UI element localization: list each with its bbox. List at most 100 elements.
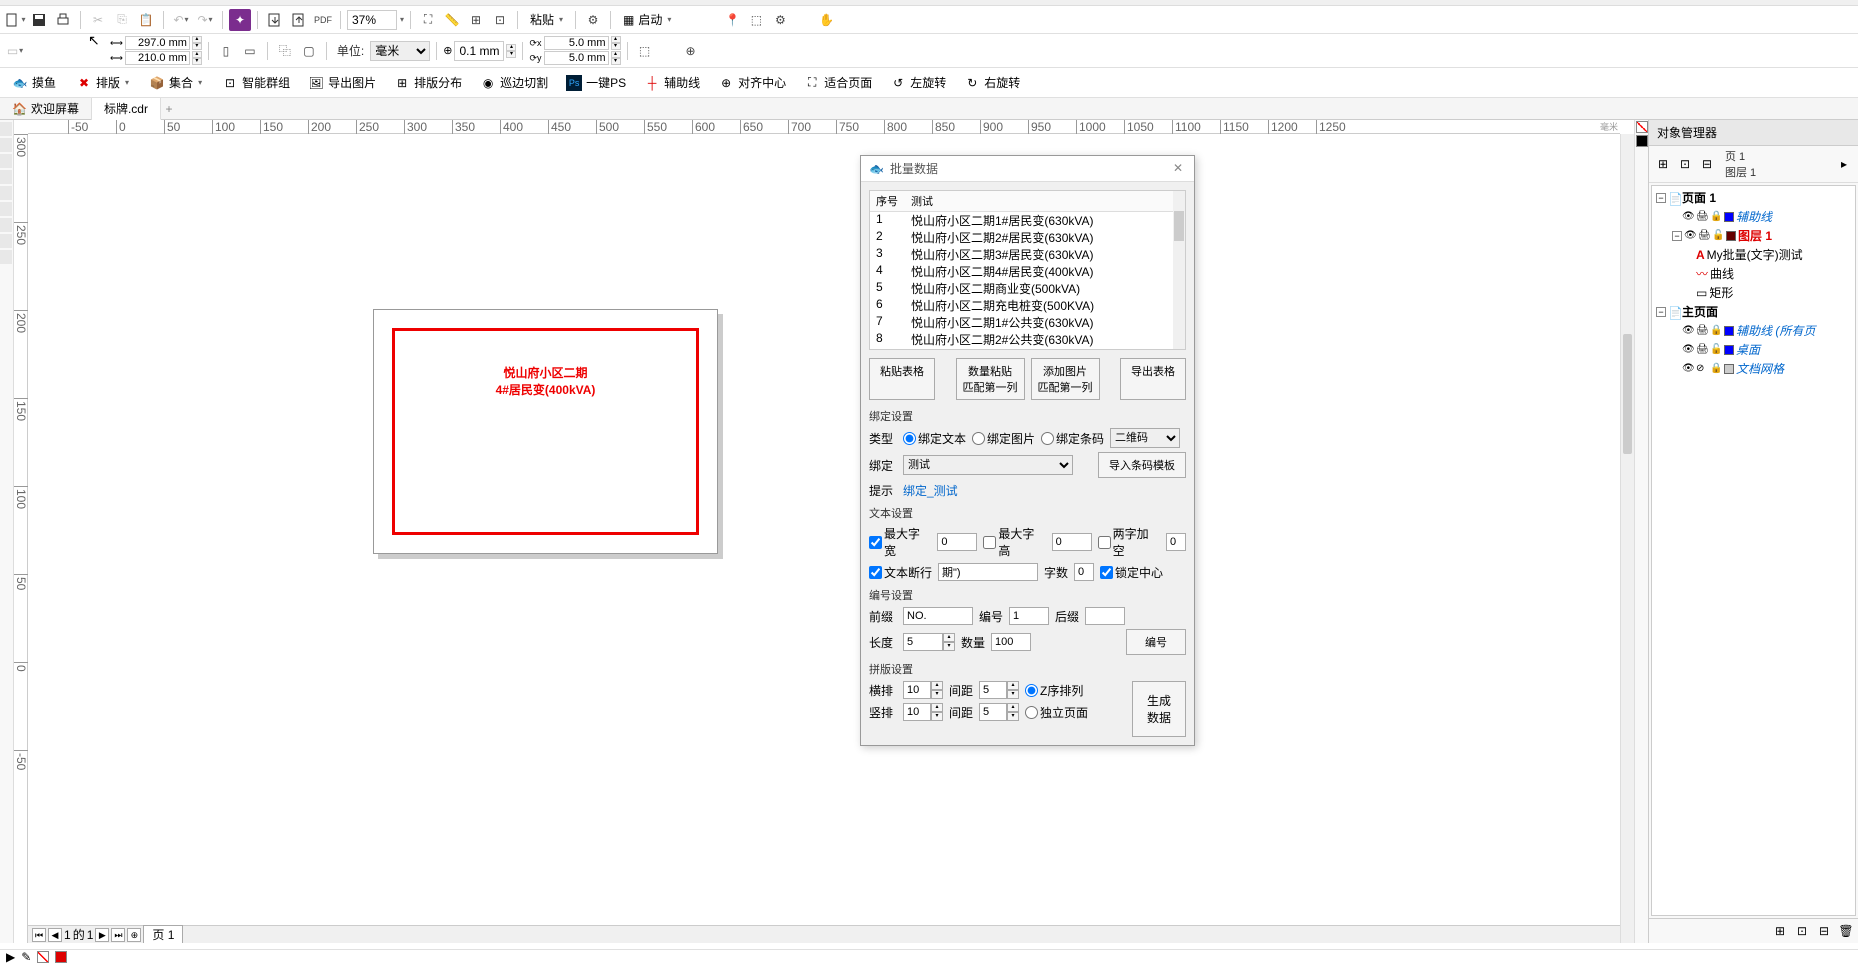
new-layer[interactable]: ⊞ xyxy=(1770,921,1790,941)
redo-button[interactable]: ↷▾ xyxy=(194,9,216,31)
landscape-button[interactable]: ▭ xyxy=(239,40,261,62)
tree-master[interactable]: 主页面 xyxy=(1682,303,1718,320)
generate-button[interactable]: 生成 数据 xyxy=(1132,681,1186,737)
plugin-guides[interactable]: ┼辅助线 xyxy=(636,72,708,93)
plugin-distribute[interactable]: ⊞排版分布 xyxy=(386,72,470,93)
number-input[interactable] xyxy=(1009,607,1049,625)
shape-tool[interactable] xyxy=(0,138,12,152)
plugin-ps[interactable]: Ps一键PS xyxy=(558,72,634,93)
ellipse-tool[interactable] xyxy=(0,218,12,232)
max-height-check[interactable]: 最大字高 xyxy=(983,525,1045,559)
col-header-data[interactable]: 测试 xyxy=(905,191,1185,211)
panel-menu[interactable]: ▸ xyxy=(1834,154,1854,174)
bind-field-select[interactable]: 测试 xyxy=(903,455,1073,475)
outline-swatch[interactable] xyxy=(55,951,67,963)
snap-button[interactable]: 📍 xyxy=(721,9,743,31)
add-preset-button[interactable]: ⊕ xyxy=(680,40,702,62)
count-input[interactable] xyxy=(991,633,1031,651)
bind-text-radio[interactable]: 绑定文本 xyxy=(903,430,966,447)
gear2-button[interactable]: ⚙ xyxy=(769,9,791,31)
plugin-collection[interactable]: 📦集合▾ xyxy=(141,72,210,93)
height-down[interactable]: ▾ xyxy=(192,58,202,65)
zoom-input[interactable] xyxy=(347,10,397,30)
plugin-contour[interactable]: ◉巡边切割 xyxy=(472,72,556,93)
plugin-moyu[interactable]: 🐟摸鱼 xyxy=(4,72,64,93)
dup-x-input[interactable] xyxy=(544,36,609,50)
copy-button[interactable]: ⎘ xyxy=(111,9,133,31)
add-image-button[interactable]: 添加图片 匹配第一列 xyxy=(1031,358,1100,400)
export-button[interactable] xyxy=(288,9,310,31)
independent-radio[interactable]: 独立页面 xyxy=(1025,704,1088,721)
table-row[interactable]: 2悦山府小区二期2#居民变(630kVA) xyxy=(870,229,1185,246)
two-char-input[interactable] xyxy=(1166,533,1186,551)
table-row[interactable]: 5悦山府小区二期商业变(500kVA) xyxy=(870,280,1185,297)
current-page-button[interactable]: ▢ xyxy=(298,40,320,62)
launch-dropdown[interactable]: ▦ 启动▾ xyxy=(617,9,677,31)
max-height-input[interactable] xyxy=(1052,533,1092,551)
page-width-input[interactable] xyxy=(125,36,190,50)
import-button[interactable] xyxy=(264,9,286,31)
export-table-button[interactable]: 导出表格 xyxy=(1120,358,1186,400)
eye-icon[interactable]: 👁 xyxy=(1682,211,1694,223)
crop-tool[interactable] xyxy=(0,154,12,168)
file-tab[interactable]: 标牌.cdr xyxy=(92,98,161,120)
h-count-input[interactable] xyxy=(903,681,931,699)
rectangle-tool[interactable] xyxy=(0,202,12,216)
fullscreen-button[interactable]: ⛶ xyxy=(417,9,439,31)
data-table[interactable]: 序号 测试 1悦山府小区二期1#居民变(630kVA)2悦山府小区二期2#居民变… xyxy=(869,190,1186,350)
table-row[interactable]: 8悦山府小区二期2#公共变(630kVA) xyxy=(870,331,1185,348)
color-none[interactable] xyxy=(1636,121,1648,133)
max-width-check[interactable]: 最大字宽 xyxy=(869,525,931,559)
delete-layer[interactable]: 🗑 xyxy=(1836,921,1856,941)
pick-tool[interactable] xyxy=(0,122,12,136)
lock-icon[interactable]: 🔒 xyxy=(1710,211,1722,223)
add-page[interactable]: ⊕ xyxy=(127,928,141,942)
canvas[interactable]: 悦山府小区二期 4#居民变(400kVA) xyxy=(28,134,1620,943)
lock-center-check[interactable]: 锁定中心 xyxy=(1100,564,1163,581)
tree-toggle[interactable]: − xyxy=(1672,231,1682,241)
welcome-tab[interactable]: 🏠欢迎屏幕 xyxy=(0,98,92,120)
sign-text[interactable]: 悦山府小区二期 4#居民变(400kVA) xyxy=(374,365,717,399)
prev-page[interactable]: ◀ xyxy=(48,928,62,942)
new-button[interactable]: ▾ xyxy=(4,9,26,31)
char-count-input[interactable] xyxy=(1074,563,1094,581)
tree-grid[interactable]: 文档网格 xyxy=(1736,360,1784,377)
cut-button[interactable]: ✂ xyxy=(87,9,109,31)
tree-batch-text[interactable]: My批量(文字)测试 xyxy=(1707,246,1803,263)
tree-guides-all[interactable]: 辅助线 (所有页 xyxy=(1736,322,1815,339)
prefix-input[interactable] xyxy=(903,607,973,625)
h-gap-input[interactable] xyxy=(979,681,1007,699)
plugin-fit[interactable]: ⛶适合页面 xyxy=(796,72,880,93)
print-icon[interactable]: 🖨 xyxy=(1696,211,1708,223)
table-row[interactable]: 3悦山府小区二期3#居民变(630kVA) xyxy=(870,246,1185,263)
new-tab-button[interactable]: + xyxy=(161,101,177,117)
tree-toggle[interactable]: − xyxy=(1656,307,1666,317)
plugin-icon-button[interactable]: ✦ xyxy=(229,9,251,31)
paste-match-button[interactable]: 数量粘贴 匹配第一列 xyxy=(956,358,1025,400)
dialog-close[interactable]: ✕ xyxy=(1170,161,1186,177)
tree-curve[interactable]: 曲线 xyxy=(1710,265,1734,282)
max-width-input[interactable] xyxy=(937,533,977,551)
dup-y-input[interactable] xyxy=(544,51,609,65)
plugin-layout[interactable]: ✖排版▾ xyxy=(68,72,137,93)
unit-select[interactable]: 毫米 xyxy=(370,41,430,61)
page[interactable]: 悦山府小区二期 4#居民变(400kVA) xyxy=(373,309,718,554)
layer-btn-3[interactable]: ⊟ xyxy=(1697,154,1717,174)
ruler-button[interactable]: 📏 xyxy=(441,9,463,31)
print-button[interactable] xyxy=(52,9,74,31)
length-input[interactable] xyxy=(903,633,943,651)
fill-swatch[interactable] xyxy=(37,951,49,963)
polygon-tool[interactable] xyxy=(0,234,12,248)
tree-desktop[interactable]: 桌面 xyxy=(1736,341,1760,358)
v-count-input[interactable] xyxy=(903,703,931,721)
save-button[interactable] xyxy=(28,9,50,31)
paste-dropdown[interactable]: 粘贴▾ xyxy=(524,9,569,31)
treat-as-button[interactable]: ⬚ xyxy=(634,40,656,62)
table-row[interactable]: 9悦山府小区二期新建3#环网箱(22... xyxy=(870,348,1185,350)
table-row[interactable]: 1悦山府小区二期1#居民变(630kVA) xyxy=(870,212,1185,229)
all-pages-button[interactable]: ⿻ xyxy=(274,40,296,62)
plugin-export-img[interactable]: 🖼导出图片 xyxy=(300,72,384,93)
page-height-input[interactable] xyxy=(125,51,190,65)
tree-page1[interactable]: 页面 1 xyxy=(1682,189,1716,206)
freehand-tool[interactable] xyxy=(0,186,12,200)
